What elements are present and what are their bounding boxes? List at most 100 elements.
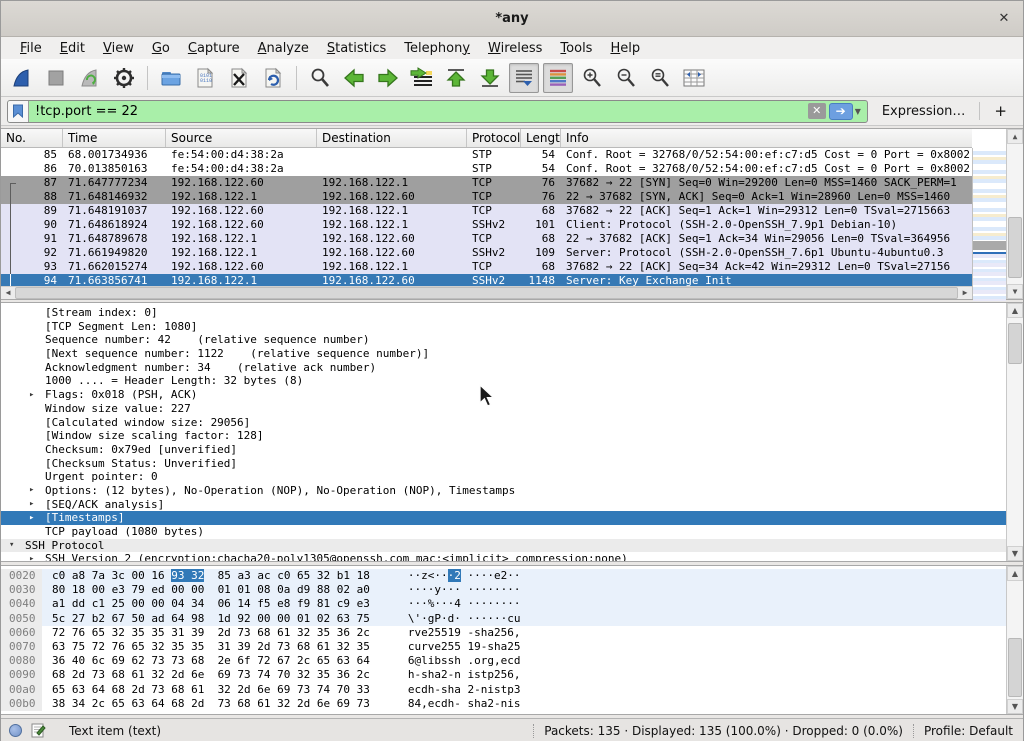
detail-line[interactable]: TCP payload (1080 bytes) [1,525,1006,539]
detail-line[interactable]: [TCP Segment Len: 1080] [1,320,1006,334]
go-to-packet-button[interactable] [407,63,437,93]
menu-capture[interactable]: Capture [179,39,249,58]
packet-row-92[interactable]: 9271.661949820192.168.122.1192.168.122.6… [1,246,972,260]
vscroll-thumb[interactable] [1008,638,1022,697]
scroll-up-icon[interactable]: ▲ [1007,129,1023,144]
capture-comment-icon[interactable] [31,723,46,738]
detail-line[interactable]: [Next sequence number: 1122 (relative se… [1,347,1006,361]
capture-options-button[interactable] [109,63,139,93]
hex-row-0060[interactable]: 006072 76 65 32 35 35 31 39 2d 73 68 61 … [1,626,1006,640]
start-capture-button[interactable] [7,63,37,93]
detail-line[interactable]: [Stream index: 0] [1,306,1006,320]
last-packet-button[interactable] [475,63,505,93]
vscroll-track[interactable] [1007,581,1023,699]
hex-row-0070[interactable]: 007063 75 72 76 65 32 35 35 31 39 2d 73 … [1,640,1006,654]
detail-line[interactable]: ▸[Timestamps] [1,511,1006,525]
packet-row-94[interactable]: 9471.663856741192.168.122.1192.168.122.6… [1,274,972,286]
packet-row-90[interactable]: 9071.648618924192.168.122.60192.168.122.… [1,218,972,232]
packet-list-minimap[interactable] [972,148,1006,299]
packet-list-vscrollbar[interactable]: ▲ ▼ [1006,129,1023,299]
resize-columns-button[interactable] [679,63,709,93]
column-header-destination[interactable]: Destination [317,129,467,147]
open-file-button[interactable] [156,63,186,93]
details-vscrollbar[interactable]: ▲ ▼ [1006,303,1023,561]
column-header-length[interactable]: Length [521,129,561,147]
hex-row-00b0[interactable]: 00b038 34 2c 65 63 64 68 2d 73 68 61 32 … [1,697,1006,711]
detail-line[interactable]: [Window size scaling factor: 128] [1,429,1006,443]
bytes-vscrollbar[interactable]: ▲ ▼ [1006,566,1023,714]
expanded-arrow-icon[interactable]: ▾ [9,539,14,553]
detail-line[interactable]: ▸SSH Version 2 (encryption:chacha20-poly… [1,552,1006,561]
auto-scroll-button[interactable] [509,63,539,93]
colorize-button[interactable] [543,63,573,93]
detail-line[interactable]: Sequence number: 42 (relative sequence n… [1,333,1006,347]
display-filter-input[interactable] [29,104,808,119]
menu-edit[interactable]: Edit [51,39,94,58]
detail-line[interactable]: ▾SSH Protocol [1,539,1006,553]
collapsed-arrow-icon[interactable]: ▸ [29,484,34,498]
column-header-no[interactable]: No. [1,129,63,147]
collapsed-arrow-icon[interactable]: ▸ [29,389,34,403]
vscroll-track[interactable] [1007,318,1023,546]
hex-row-00a0[interactable]: 00a065 63 64 68 2d 73 68 61 32 2d 6e 69 … [1,683,1006,697]
detail-line[interactable]: [Calculated window size: 29056] [1,416,1006,430]
close-file-button[interactable] [224,63,254,93]
packet-row-93[interactable]: 9371.662015274192.168.122.60192.168.122.… [1,260,972,274]
collapsed-arrow-icon[interactable]: ▸ [29,498,34,512]
menu-statistics[interactable]: Statistics [318,39,395,58]
detail-line[interactable]: Urgent pointer: 0 [1,470,1006,484]
hex-row-0050[interactable]: 00505c 27 b2 67 50 ad 64 98 1d 92 00 00 … [1,612,1006,626]
detail-line[interactable]: Window size value: 227 [1,402,1006,416]
previous-packet-button[interactable] [339,63,369,93]
collapsed-arrow-icon[interactable]: ▸ [29,553,34,561]
menu-help[interactable]: Help [601,39,649,58]
detail-line[interactable]: [Checksum Status: Unverified] [1,457,1006,471]
detail-line[interactable]: ▸Flags: 0x018 (PSH, ACK) [1,388,1006,402]
expert-info-icon[interactable] [9,724,22,737]
filter-bookmark-button[interactable] [8,101,29,122]
filter-clear-icon[interactable]: ✕ [808,103,826,119]
menu-tools[interactable]: Tools [551,39,601,58]
restart-capture-button[interactable] [75,63,105,93]
zoom-original-button[interactable] [645,63,675,93]
hscroll-thumb[interactable] [15,287,958,299]
scroll-up-icon[interactable]: ▲ [1007,303,1023,318]
column-header-time[interactable]: Time [63,129,166,147]
menu-view[interactable]: View [94,39,143,58]
hex-row-0030[interactable]: 003080 18 00 e3 79 ed 00 00 01 01 08 0a … [1,583,1006,597]
filter-apply-icon[interactable]: ➔ [829,103,853,120]
hex-row-0080[interactable]: 008036 40 6c 69 62 73 73 68 2e 6f 72 67 … [1,654,1006,668]
filter-history-chevron-icon[interactable]: ▼ [855,107,861,116]
scroll-right-icon[interactable]: ▶ [958,287,972,299]
menu-file[interactable]: File [11,39,51,58]
detail-line[interactable]: ▸Options: (12 bytes), No-Operation (NOP)… [1,484,1006,498]
detail-line[interactable]: 1000 .... = Header Length: 32 bytes (8) [1,374,1006,388]
first-packet-button[interactable] [441,63,471,93]
vscroll-thumb[interactable] [1008,323,1022,364]
scroll-up-icon[interactable]: ▲ [1007,566,1023,581]
collapsed-arrow-icon[interactable]: ▸ [29,512,34,526]
find-packet-button[interactable] [305,63,335,93]
expression-button[interactable]: Expression… [874,104,974,119]
reload-file-button[interactable] [258,63,288,93]
column-header-source[interactable]: Source [166,129,317,147]
detail-line[interactable]: ▸[SEQ/ACK analysis] [1,498,1006,512]
scroll-down-icon[interactable]: ▼ [1007,546,1023,561]
profile-status[interactable]: Profile: Default [924,724,1023,738]
packet-row-89[interactable]: 8971.648191037192.168.122.60192.168.122.… [1,204,972,218]
scroll-down-icon[interactable]: ▼ [1007,699,1023,714]
menu-wireless[interactable]: Wireless [479,39,551,58]
scroll-down-icon[interactable]: ▼ [1007,284,1023,299]
column-header-protocol[interactable]: Protocol [467,129,521,147]
next-packet-button[interactable] [373,63,403,93]
vscroll-thumb[interactable] [1008,217,1022,279]
zoom-out-button[interactable] [611,63,641,93]
packet-row-87[interactable]: 8771.647777234192.168.122.60192.168.122.… [1,176,972,190]
hex-row-0040[interactable]: 0040a1 dd c1 25 00 00 04 34 06 14 f5 e8 … [1,597,1006,611]
vscroll-track[interactable] [1007,144,1023,284]
column-header-info[interactable]: Info [561,129,972,147]
close-window-icon[interactable]: ✕ [995,10,1013,28]
hex-row-0090[interactable]: 009068 2d 73 68 61 32 2d 6e 69 73 74 70 … [1,668,1006,682]
zoom-in-button[interactable] [577,63,607,93]
packet-list-header[interactable]: No.TimeSourceDestinationProtocolLengthIn… [1,129,972,148]
